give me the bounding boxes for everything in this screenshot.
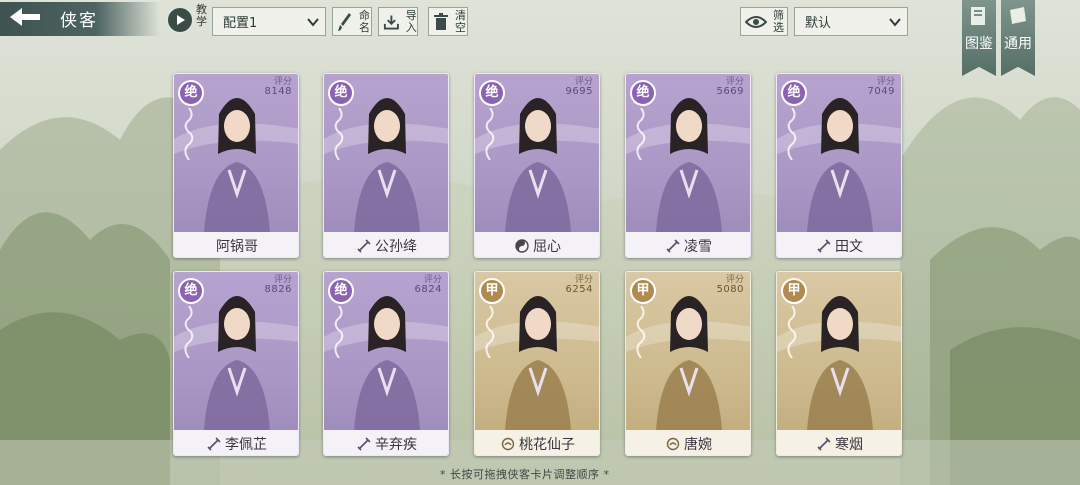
clear-label: 清空 bbox=[455, 8, 466, 34]
rank-badge: 绝 bbox=[178, 80, 204, 106]
hero-nameplate: 凌雪 bbox=[626, 232, 750, 257]
hero-name: 凌雪 bbox=[684, 238, 712, 255]
rank-badge: 绝 bbox=[178, 278, 204, 304]
hero-card[interactable]: 绝 评分 7049 田文 bbox=[776, 73, 902, 258]
hero-name: 李佩芷 bbox=[225, 436, 267, 453]
page-title: 侠客 bbox=[60, 11, 98, 31]
hero-name: 阿锅哥 bbox=[216, 238, 258, 255]
teach-label: 教学 bbox=[196, 3, 207, 28]
taiji-icon bbox=[515, 238, 529, 253]
drag-hint: * 长按可拖拽侠客卡片调整顺序 * bbox=[440, 468, 610, 481]
hero-name: 唐婉 bbox=[684, 436, 712, 453]
hero-name: 公孙绛 bbox=[375, 238, 417, 255]
rank-badge: 绝 bbox=[630, 80, 656, 106]
rank-ornament bbox=[334, 108, 344, 160]
hero-name: 桃花仙子 bbox=[519, 436, 575, 453]
scroll-icon bbox=[1010, 7, 1026, 24]
top-bar: 侠客 教学 配置1 命名 导入 清空 筛选 默认 图鉴 通用 bbox=[0, 0, 1080, 76]
tab-codex[interactable]: 图鉴 bbox=[962, 0, 996, 76]
chevron-down-icon bbox=[889, 18, 901, 27]
hero-nameplate: 田文 bbox=[777, 232, 901, 257]
rank-ornament bbox=[334, 306, 344, 358]
rank-ornament bbox=[184, 108, 194, 160]
rank-ornament bbox=[485, 306, 495, 358]
hero-name: 田文 bbox=[835, 238, 863, 255]
hero-card[interactable]: 绝 评分 9695 屈心 bbox=[474, 73, 600, 258]
score-value: 8826 bbox=[264, 284, 292, 295]
rank-badge: 绝 bbox=[781, 80, 807, 106]
tab-codex-label: 图鉴 bbox=[965, 36, 993, 52]
score-value: 5080 bbox=[716, 284, 744, 295]
hero-card[interactable]: 绝 评分 6824 辛弃疾 bbox=[323, 271, 449, 456]
hero-nameplate: 唐婉 bbox=[626, 430, 750, 455]
chevron-down-icon bbox=[307, 18, 319, 27]
fist-icon bbox=[666, 437, 680, 450]
tab-general[interactable]: 通用 bbox=[1001, 0, 1035, 76]
filter-label: 筛选 bbox=[773, 8, 784, 34]
score-value: 6254 bbox=[565, 284, 593, 295]
rank-badge: 绝 bbox=[479, 80, 505, 106]
hero-card[interactable]: 绝 评分 公孙绛 bbox=[323, 73, 449, 258]
sword-icon bbox=[357, 436, 371, 451]
score-value: 7049 bbox=[867, 86, 895, 97]
sort-value: 默认 bbox=[805, 16, 832, 31]
hero-nameplate: 公孙绛 bbox=[324, 232, 448, 257]
hero-nameplate: 辛弃疾 bbox=[324, 430, 448, 455]
preset-select[interactable]: 配置1 bbox=[212, 7, 326, 36]
hero-nameplate: 寒烟 bbox=[777, 430, 901, 455]
hero-nameplate: 桃花仙子 bbox=[475, 430, 599, 455]
rank-badge: 甲 bbox=[479, 278, 505, 304]
rename-label: 命名 bbox=[359, 8, 370, 34]
back-arrow-icon[interactable] bbox=[6, 5, 44, 29]
rank-badge: 绝 bbox=[328, 278, 354, 304]
hero-nameplate: 屈心 bbox=[475, 232, 599, 257]
import-button[interactable]: 导入 bbox=[378, 7, 418, 36]
rank-ornament bbox=[485, 108, 495, 160]
score-value: 9695 bbox=[565, 86, 593, 97]
hero-name: 寒烟 bbox=[835, 436, 863, 453]
rank-badge: 甲 bbox=[630, 278, 656, 304]
rank-badge: 甲 bbox=[781, 278, 807, 304]
hero-card[interactable]: 绝 评分 8148 阿锅哥 bbox=[173, 73, 299, 258]
hero-nameplate: 李佩芷 bbox=[174, 430, 298, 455]
hero-card[interactable]: 绝 评分 8826 李佩芷 bbox=[173, 271, 299, 456]
rename-button[interactable]: 命名 bbox=[332, 7, 372, 36]
rank-ornament bbox=[787, 108, 797, 160]
trash-icon bbox=[434, 12, 448, 30]
rank-ornament bbox=[636, 306, 646, 358]
clear-button[interactable]: 清空 bbox=[428, 7, 468, 36]
hero-card[interactable]: 绝 评分 5669 凌雪 bbox=[625, 73, 751, 258]
hero-nameplate: 阿锅哥 bbox=[174, 232, 298, 257]
sword-icon bbox=[357, 238, 371, 253]
sword-icon bbox=[817, 436, 831, 451]
sword-icon bbox=[666, 238, 680, 253]
score-value: 5669 bbox=[716, 86, 744, 97]
tab-general-label: 通用 bbox=[1004, 36, 1032, 52]
import-icon bbox=[383, 14, 399, 29]
sword-icon bbox=[817, 238, 831, 253]
score-value: 6824 bbox=[414, 284, 442, 295]
sort-select[interactable]: 默认 bbox=[794, 7, 908, 36]
sword-icon bbox=[207, 436, 221, 451]
import-label: 导入 bbox=[405, 8, 417, 34]
rank-ornament bbox=[636, 108, 646, 160]
book-icon bbox=[971, 7, 985, 25]
hero-name: 屈心 bbox=[533, 238, 561, 255]
rank-badge: 绝 bbox=[328, 80, 354, 106]
rank-ornament bbox=[184, 306, 194, 358]
play-icon bbox=[177, 15, 185, 25]
preset-value: 配置1 bbox=[223, 16, 258, 31]
score-value: 8148 bbox=[264, 86, 292, 97]
fist-icon bbox=[501, 437, 515, 450]
hero-card[interactable]: 甲 评分 5080 唐婉 bbox=[625, 271, 751, 456]
eye-icon bbox=[745, 15, 767, 28]
hero-name: 辛弃疾 bbox=[375, 436, 417, 453]
hero-card[interactable]: 甲 评分 寒烟 bbox=[776, 271, 902, 456]
filter-button[interactable]: 筛选 bbox=[740, 7, 788, 36]
teach-button[interactable] bbox=[166, 6, 194, 34]
rank-ornament bbox=[787, 306, 797, 358]
hero-card[interactable]: 甲 评分 6254 桃花仙子 bbox=[474, 271, 600, 456]
brush-icon bbox=[338, 12, 351, 31]
